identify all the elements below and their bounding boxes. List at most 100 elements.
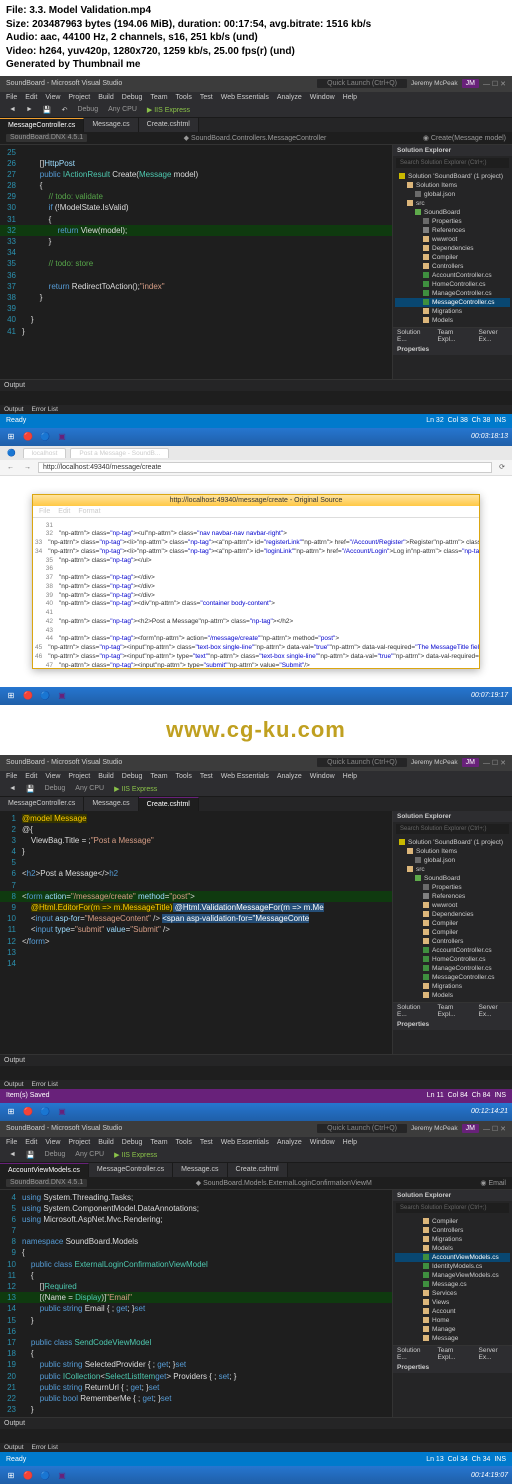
tree-item[interactable]: ManageController.cs [395, 964, 510, 973]
quick-launch-input[interactable]: Quick Launch (Ctrl+Q) [317, 79, 407, 88]
play-button[interactable]: ▶ IIS Express [111, 1150, 160, 1160]
panel-tab[interactable]: Team Expl... [437, 329, 468, 343]
code-line[interactable]: 34 [0, 247, 392, 258]
menu-item-analyze[interactable]: Analyze [277, 1139, 302, 1146]
breadcrumb-method[interactable]: ◉ Create(Message model) [423, 134, 506, 142]
window-controls[interactable]: — ☐ ✕ [483, 1125, 506, 1133]
code-line[interactable]: 13 [0, 947, 392, 958]
output-tabs-row[interactable]: Output Error List [0, 1080, 512, 1089]
menu-item-view[interactable]: View [45, 94, 60, 101]
code-line[interactable]: 13 [(Name = Display)]"Email" [0, 1292, 392, 1303]
tree-item[interactable]: SoundBoard [395, 874, 510, 883]
tree-item[interactable]: Properties [395, 883, 510, 892]
code-line[interactable]: 7 [0, 880, 392, 891]
explorer-search[interactable]: Search Solution Explorer (Ctrl+;) [396, 158, 509, 168]
quick-launch-input[interactable]: Quick Launch (Ctrl+Q) [317, 1124, 407, 1133]
code-line[interactable]: 6using Microsoft.AspNet.Mvc.Rendering; [0, 1214, 392, 1225]
document-tab[interactable]: Create.cshtml [139, 797, 199, 811]
code-line[interactable]: 31 { [0, 214, 392, 225]
code-line[interactable]: 4using System.Threading.Tasks; [0, 1192, 392, 1203]
document-tab[interactable]: MessageController.cs [0, 118, 84, 132]
code-line[interactable]: 39 [0, 303, 392, 314]
code-line[interactable]: 37 return RedirectToAction();"index" [0, 281, 392, 292]
code-line[interactable]: 3 ViewBag.Title = ;"Post a Message" [0, 835, 392, 846]
browser-tabs[interactable]: 🔵 localhost Post a Message - SoundB... [0, 446, 512, 460]
code-line[interactable]: 8<form action="/message/create" method="… [0, 891, 392, 902]
edge-icon[interactable]: 🔵 [38, 1468, 52, 1482]
tree-item[interactable]: wwwroot [395, 235, 510, 244]
menu-item-tools[interactable]: Tools [176, 94, 192, 101]
save-button[interactable]: 💾 [40, 105, 55, 115]
tree-item[interactable]: Compiler [395, 919, 510, 928]
breadcrumb-project[interactable]: SoundBoard.DNX 4.5.1 [6, 1179, 87, 1187]
tree-item[interactable]: References [395, 892, 510, 901]
menu-item-tools[interactable]: Tools [176, 1139, 192, 1146]
code-line[interactable]: 4} [0, 846, 392, 857]
document-tab[interactable]: Create.cshtml [139, 118, 199, 132]
document-tab[interactable]: Create.cshtml [228, 1163, 288, 1177]
main-menu[interactable]: FileEditViewProjectBuildDebugTeamToolsTe… [0, 771, 512, 782]
notepad-menu-item[interactable]: Edit [58, 508, 70, 515]
code-line[interactable]: 29 // todo: validate [0, 191, 392, 202]
panel-tab[interactable]: Team Expl... [437, 1004, 468, 1018]
forward-button[interactable]: ► [23, 105, 36, 114]
code-line[interactable]: 19 public string SelectedProvider { ; ge… [0, 1359, 392, 1370]
start-icon[interactable]: ⊞ [4, 430, 18, 444]
cpu-dropdown[interactable]: Any CPU [105, 105, 140, 114]
tree-item[interactable]: Properties [395, 217, 510, 226]
taskbar[interactable]: ⊞ 🔴 🔵 ▣ 00:07:19:17 [0, 687, 512, 705]
tree-item[interactable]: IdentityModels.cs [395, 1262, 510, 1271]
menu-item-edit[interactable]: Edit [25, 1139, 37, 1146]
tree-item[interactable]: AccountController.cs [395, 271, 510, 280]
document-tab[interactable]: Message.cs [84, 797, 138, 811]
output-tabs-row[interactable]: Output Error List [0, 405, 512, 414]
menu-item-web essentials[interactable]: Web Essentials [221, 94, 269, 101]
panel-tab[interactable]: Server Ex... [479, 1347, 509, 1361]
tree-item[interactable]: References [395, 226, 510, 235]
document-tab[interactable]: Message.cs [173, 1163, 227, 1177]
code-editor[interactable]: 1@model Message2@{3 ViewBag.Title = ;"Po… [0, 811, 392, 1054]
output-header[interactable]: Output [0, 380, 512, 391]
solution-explorer[interactable]: Solution Explorer Search Solution Explor… [392, 1190, 512, 1418]
edge-icon[interactable]: 🔵 [38, 689, 52, 703]
tree-item[interactable]: Controllers [395, 1226, 510, 1235]
menu-item-file[interactable]: File [6, 773, 17, 780]
window-controls[interactable]: — ☐ ✕ [483, 80, 506, 88]
code-line[interactable]: 2@{ [0, 824, 392, 835]
explorer-tabs[interactable]: Solution E...Team Expl...Server Ex... [393, 327, 512, 344]
explorer-tabs[interactable]: Solution E...Team Expl...Server Ex... [393, 1345, 512, 1362]
taskbar[interactable]: ⊞ 🔴 🔵 ▣ 00:14:19:07 [0, 1466, 512, 1484]
tree-item[interactable]: Models [395, 991, 510, 1000]
tree-item[interactable]: Solution 'SoundBoard' (1 project) [395, 172, 510, 181]
vs-icon[interactable]: ▣ [55, 1468, 69, 1482]
tree-item[interactable]: Manage [395, 1325, 510, 1334]
tree-item[interactable]: Controllers [395, 262, 510, 271]
panel-tab[interactable]: Team Expl... [437, 1347, 468, 1361]
code-line[interactable]: 40 } [0, 314, 392, 325]
panel-tab[interactable]: Solution E... [397, 1004, 427, 1018]
tree-item[interactable]: Migrations [395, 307, 510, 316]
tree-item[interactable]: Dependencies [395, 244, 510, 253]
nav-breadcrumb[interactable]: SoundBoard.DNX 4.5.1 ◆ SoundBoard.Models… [0, 1177, 512, 1190]
document-tab[interactable]: MessageController.cs [0, 797, 84, 811]
tree-item[interactable]: AccountController.cs [395, 946, 510, 955]
code-line[interactable]: 32 return View(model); [0, 225, 392, 236]
vs-icon[interactable]: ▣ [55, 430, 69, 444]
menu-item-file[interactable]: File [6, 1139, 17, 1146]
menu-item-test[interactable]: Test [200, 94, 213, 101]
vs-icon[interactable]: ▣ [55, 689, 69, 703]
view-source-window[interactable]: http://localhost:49340/message/create - … [32, 494, 480, 669]
panel-tab[interactable]: Server Ex... [479, 329, 509, 343]
tree-item[interactable]: Controllers [395, 937, 510, 946]
explorer-tabs[interactable]: Solution E...Team Expl...Server Ex... [393, 1002, 512, 1019]
tree-item[interactable]: Models [395, 316, 510, 325]
errorlist-tab[interactable]: Error List [32, 406, 58, 413]
code-line[interactable]: 9 @Html.EditorFor(m => m.MessageTitle) @… [0, 902, 392, 913]
tree-item[interactable]: Solution 'SoundBoard' (1 project) [395, 838, 510, 847]
chrome-icon[interactable]: 🔴 [21, 1468, 35, 1482]
toolbar[interactable]: ◄ 💾 Debug Any CPU ▶ IIS Express [0, 782, 512, 797]
quick-launch-input[interactable]: Quick Launch (Ctrl+Q) [317, 758, 407, 767]
vs-icon[interactable]: ▣ [55, 1105, 69, 1119]
menu-item-project[interactable]: Project [68, 773, 90, 780]
menu-item-window[interactable]: Window [310, 1139, 335, 1146]
